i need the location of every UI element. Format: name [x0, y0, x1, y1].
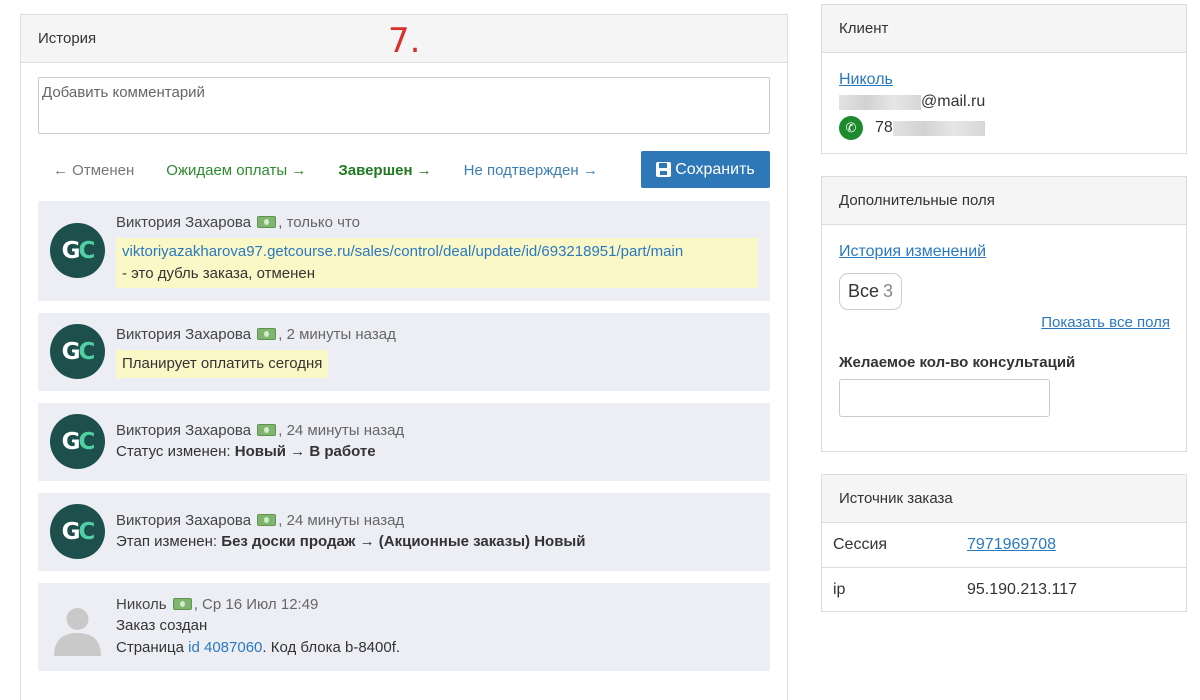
history-entry: Николь , Ср 16 Июл 12:49 Заказ создан Ст…: [38, 583, 770, 671]
page-id-link[interactable]: id 4087060: [188, 639, 262, 656]
save-button[interactable]: Сохранить: [641, 151, 770, 188]
entry-meta: Виктория Захарова , 2 минуты назад: [116, 325, 760, 345]
entry-time: , 2 минуты назад: [278, 326, 396, 343]
show-all-fields-link[interactable]: Показать все поля: [1041, 314, 1170, 331]
extra-fields-title: Дополнительные поля: [839, 192, 995, 209]
client-title: Клиент: [839, 20, 889, 37]
save-button-label: Сохранить: [675, 160, 755, 178]
author-name: Виктория Захарова: [116, 422, 252, 439]
user-avatar: [50, 601, 105, 656]
order-created-line: Заказ создан: [116, 617, 208, 634]
stage-change-value: Без доски продаж → (Акционные заказы) Но…: [221, 533, 586, 550]
client-phone: ✆ 78: [839, 116, 985, 140]
redacted-phone: [892, 120, 985, 136]
source-row-ip: ip 95.190.213.117: [822, 567, 1186, 612]
completed-status-link[interactable]: Завершен →: [338, 162, 431, 179]
client-panel: Клиент Николь @mail.ru ✆ 78: [821, 4, 1187, 154]
fields-count: 3: [883, 281, 894, 301]
comment-text: Планирует оплатить сегодня: [122, 355, 323, 372]
session-link[interactable]: 7971969708: [967, 536, 1056, 554]
entry-meta: Виктория Захарова , 24 минуты назад: [116, 511, 760, 531]
history-header: История 7.: [21, 15, 787, 63]
author-name: Николь: [116, 596, 167, 613]
history-entry: GC Виктория Захарова , 24 минуты назад С…: [38, 403, 770, 481]
entry-time: , 24 минуты назад: [278, 422, 405, 439]
money-icon: [172, 598, 192, 610]
phone-icon[interactable]: ✆: [839, 116, 863, 140]
money-icon: [257, 328, 277, 340]
comment-highlight: Планирует оплатить сегодня: [116, 350, 329, 378]
not-confirmed-link[interactable]: Не подтвержден →: [464, 162, 598, 179]
history-panel: История 7. ← Отменен Ожидаем оплаты → За…: [20, 14, 788, 700]
money-icon: [257, 424, 277, 436]
page-info-line: Страница id 4087060. Код блока b-8400f.: [116, 639, 401, 656]
comment-highlight: viktoriyazakharova97.getcourse.ru/sales/…: [116, 238, 758, 288]
money-icon: [257, 514, 277, 526]
entry-time: , Ср 16 Июл 12:49: [193, 596, 319, 613]
change-history-link[interactable]: История изменений: [839, 243, 986, 261]
comment-input[interactable]: [38, 77, 770, 134]
getcourse-avatar: GC: [50, 414, 105, 469]
client-header: Клиент: [822, 5, 1186, 53]
phone-prefix: 78: [875, 119, 893, 136]
redacted-email: [839, 94, 921, 110]
extra-fields-panel: Дополнительные поля История изменений Вс…: [821, 176, 1187, 452]
order-source-header: Источник заказа: [822, 475, 1186, 523]
client-email: @mail.ru: [839, 93, 985, 111]
status-actions: ← Отменен Ожидаем оплаты → Завершен → Не…: [38, 151, 770, 189]
source-row-session: Сессия 7971969708: [822, 522, 1186, 567]
entry-meta: Виктория Захарова , 24 минуты назад: [116, 421, 760, 441]
stage-change-line: Этап изменен: Без доски продаж → (Акцион…: [116, 533, 586, 550]
getcourse-avatar: GC: [50, 504, 105, 559]
waiting-payment-link[interactable]: Ожидаем оплаты →: [166, 162, 306, 179]
history-entry: GC Виктория Захарова , 2 минуты назад Пл…: [38, 313, 770, 391]
client-name-link[interactable]: Николь: [839, 71, 893, 89]
entry-meta: Виктория Захарова , только что: [116, 213, 760, 233]
comment-text: - это дубль заказа, отменен: [122, 265, 316, 282]
ip-value: 95.190.213.117: [967, 581, 1078, 598]
author-name: Виктория Захарова: [116, 512, 252, 529]
entry-time: , 24 минуты назад: [278, 512, 405, 529]
deal-link[interactable]: viktoriyazakharova97.getcourse.ru/sales/…: [122, 243, 683, 260]
status-change-value: Новый → В работе: [234, 443, 376, 460]
history-entry: GC Виктория Захарова , 24 минуты назад Э…: [38, 493, 770, 571]
history-title: История: [38, 30, 97, 47]
getcourse-avatar: GC: [50, 223, 105, 278]
person-silhouette-icon: [54, 608, 101, 656]
history-entry: GC Виктория Захарова , только что viktor…: [38, 201, 770, 301]
entry-meta: Николь , Ср 16 Июл 12:49: [116, 595, 760, 615]
source-key: Сессия: [833, 536, 888, 553]
extra-fields-header: Дополнительные поля: [822, 177, 1186, 225]
money-icon: [257, 216, 277, 228]
order-source-panel: Источник заказа Сессия 7971969708 ip 95.…: [821, 474, 1187, 612]
consultations-input[interactable]: [839, 379, 1050, 417]
order-source-title: Источник заказа: [839, 490, 953, 507]
entry-time: , только что: [278, 214, 360, 231]
all-fields-button[interactable]: Все 3: [839, 273, 902, 310]
consultations-label: Желаемое кол-во консультаций: [839, 354, 1076, 371]
cancel-status-link[interactable]: ← Отменен: [53, 162, 134, 179]
source-key: ip: [833, 581, 846, 598]
status-change-line: Статус изменен: Новый → В работе: [116, 443, 376, 460]
floppy-disk-icon: [656, 162, 672, 177]
getcourse-avatar: GC: [50, 324, 105, 379]
annotation-marker: 7.: [388, 21, 421, 61]
author-name: Виктория Захарова: [116, 326, 252, 343]
author-name: Виктория Захарова: [116, 214, 252, 231]
